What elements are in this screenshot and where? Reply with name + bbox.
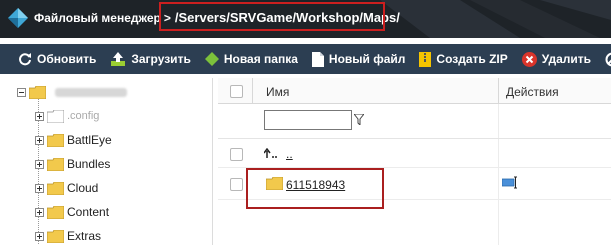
refresh-icon	[19, 53, 31, 66]
folder-icon	[47, 229, 64, 243]
list-header: Имя Действия	[218, 78, 611, 104]
toolbar: Обновить Загрузить Новая папка Новый фай…	[0, 44, 611, 74]
upload-icon	[111, 51, 126, 66]
filter-row	[218, 105, 611, 139]
folder-icon	[47, 205, 64, 219]
column-header-name[interactable]: Имя	[266, 85, 289, 99]
app-logo-icon	[8, 8, 28, 28]
rename-icon[interactable]	[502, 176, 518, 189]
expand-icon[interactable]	[35, 159, 44, 169]
tree-item-config[interactable]: .config	[35, 107, 99, 125]
name-filter-input[interactable]	[264, 110, 352, 130]
tree-item-label: Bundles	[67, 157, 111, 171]
file-list: Имя Действия .. 611518943	[218, 78, 611, 245]
folder-icon	[47, 181, 64, 195]
tree-item-battleye[interactable]: BattlEye	[35, 131, 112, 149]
refresh-button[interactable]: Обновить	[18, 52, 96, 66]
expand-icon[interactable]	[35, 207, 44, 217]
expand-icon[interactable]	[35, 111, 44, 121]
column-header-actions: Действия	[506, 85, 559, 99]
upload-button[interactable]: Загрузить	[110, 51, 191, 67]
folder-icon	[47, 109, 64, 123]
up-level-icon	[264, 148, 277, 158]
delete-button[interactable]: Удалить	[521, 51, 592, 67]
tree-item-label: BattlEye	[67, 133, 112, 147]
new-file-label: Новый файл	[328, 52, 406, 66]
tree-item-label: Cloud	[67, 181, 99, 195]
expand-icon[interactable]	[35, 183, 44, 193]
tree-item-extras[interactable]: Extras	[35, 227, 101, 245]
upload-label: Загрузить	[131, 52, 191, 66]
row-checkbox[interactable]	[230, 178, 243, 191]
create-zip-button[interactable]: Создать ZIP	[419, 51, 508, 67]
folder-tree: .config BattlEye Bundles Cloud Content E…	[0, 78, 213, 245]
tree-root[interactable]	[17, 83, 127, 101]
new-file-icon	[311, 51, 324, 67]
refresh-label: Обновить	[37, 52, 97, 66]
tree-item-label: Content	[67, 205, 110, 219]
more-button[interactable]	[605, 52, 611, 67]
new-folder-label: Новая папка	[223, 52, 298, 66]
tree-item-label: Extras	[67, 229, 102, 243]
server-name-redacted	[55, 87, 127, 97]
tree-item-bundles[interactable]: Bundles	[35, 155, 110, 173]
path-highlight-box	[159, 2, 385, 31]
delete-label: Удалить	[541, 52, 592, 66]
create-zip-label: Создать ZIP	[436, 52, 508, 66]
folder-icon	[29, 85, 46, 99]
collapse-icon[interactable]	[17, 87, 26, 97]
expand-icon[interactable]	[35, 231, 44, 241]
new-folder-icon	[204, 52, 219, 66]
select-all-checkbox[interactable]	[230, 85, 243, 98]
column-divider	[252, 78, 253, 104]
filter-icon[interactable]	[354, 114, 364, 125]
parent-dir-link[interactable]: ..	[286, 147, 293, 161]
app-title: Файловый менеджер	[34, 11, 161, 25]
new-file-button[interactable]: Новый файл	[311, 51, 406, 67]
folder-icon	[47, 157, 64, 171]
zip-icon	[419, 51, 432, 67]
folder-icon	[47, 133, 64, 147]
app-header: Файловый менеджер >/Servers/SRVGame/Works…	[0, 0, 611, 38]
row-checkbox[interactable]	[230, 148, 243, 161]
tree-item-content[interactable]: Content	[35, 203, 109, 221]
expand-icon[interactable]	[35, 135, 44, 145]
parent-dir-row[interactable]: ..	[218, 140, 611, 168]
tree-item-label: .config	[67, 110, 100, 122]
delete-icon	[521, 51, 537, 67]
column-divider	[498, 78, 499, 104]
item-highlight-box	[246, 168, 384, 209]
tree-item-cloud[interactable]: Cloud	[35, 179, 98, 197]
new-folder-button[interactable]: Новая папка	[204, 52, 298, 66]
block-icon	[605, 52, 611, 66]
